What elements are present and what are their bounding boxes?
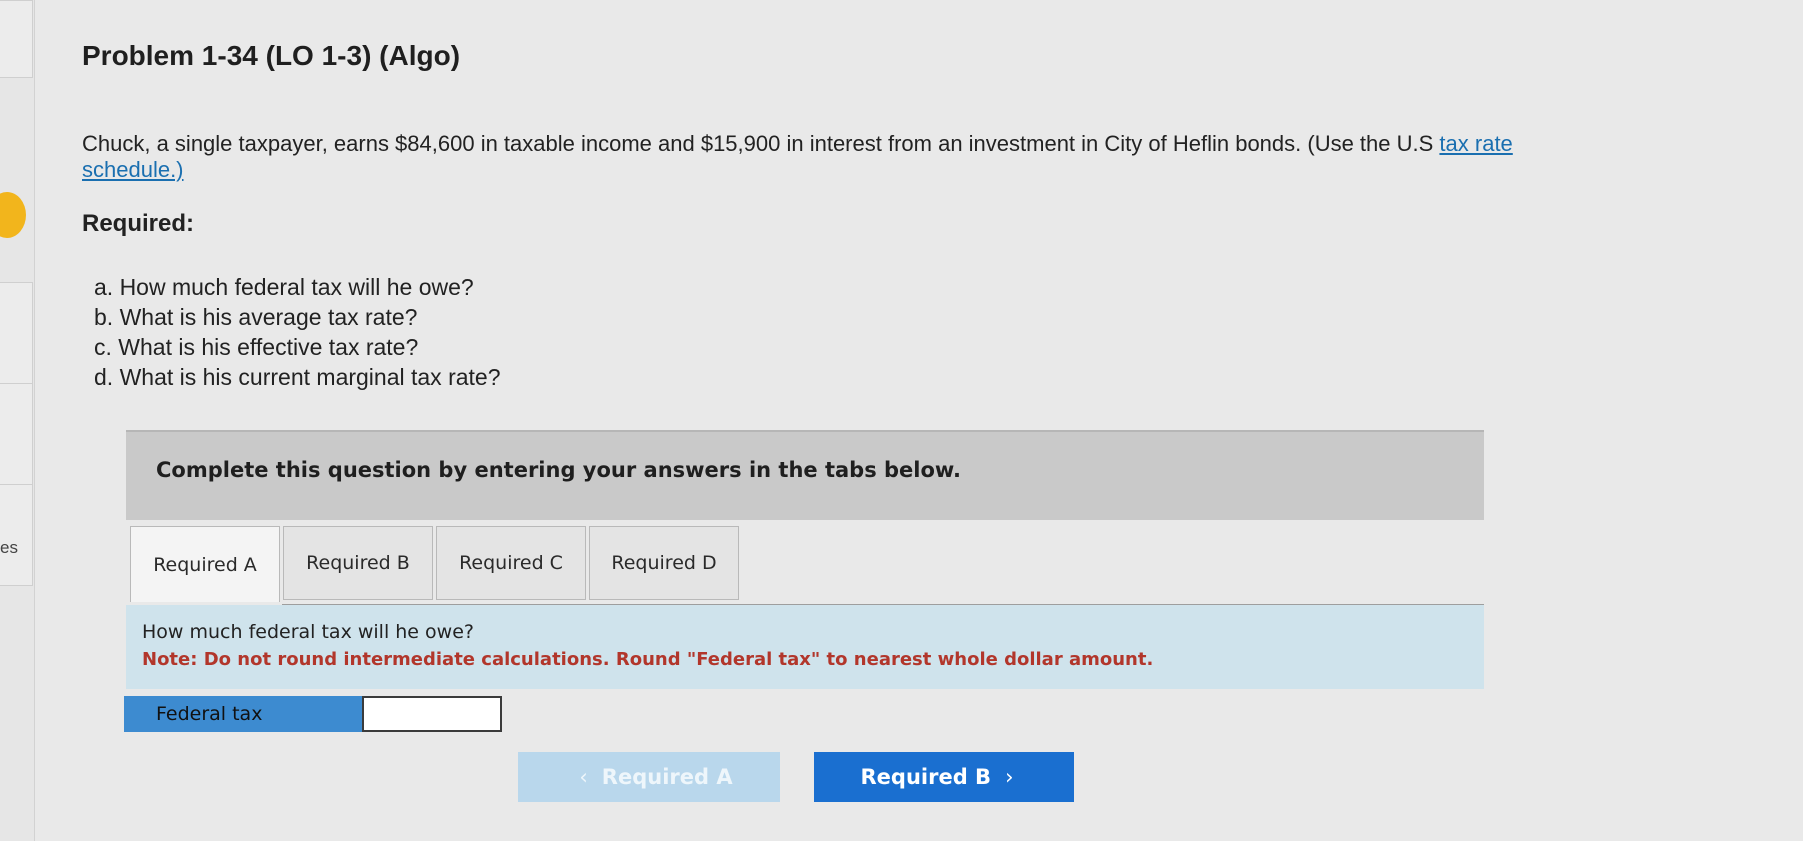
tab-required-c[interactable]: Required C [436,526,586,600]
tab-required-a[interactable]: Required A [130,526,280,602]
left-rail [0,0,35,841]
intro-text: Chuck, a single taxpayer, earns $84,600 … [82,131,1440,156]
problem-intro: Chuck, a single taxpayer, earns $84,600 … [82,131,1602,183]
rail-panel [0,282,33,384]
prev-button-label: Required A [601,765,733,789]
chevron-left-icon: ‹ [579,765,588,789]
tab-required-d[interactable]: Required D [589,526,739,600]
question-list: a. How much federal tax will he owe? b. … [94,272,501,392]
tab-required-b[interactable]: Required B [283,526,433,600]
question-item-a: a. How much federal tax will he owe? [94,274,474,300]
rail-partial-text: es [0,538,18,557]
question-panel: How much federal tax will he owe? Note: … [126,605,1484,689]
panel-note: Note: Do not round intermediate calculat… [142,649,1154,670]
question-item-d: d. What is his current marginal tax rate… [94,364,501,390]
rail-panel [0,383,33,485]
next-required-b-button[interactable]: Required B › [814,752,1074,802]
next-button-label: Required B [860,765,992,789]
federal-tax-label: Federal tax [124,696,362,732]
federal-tax-input[interactable] [362,696,502,732]
prev-required-a-button[interactable]: ‹ Required A [518,752,780,802]
instruction-banner: Complete this question by entering your … [126,430,1484,520]
question-item-b: b. What is his average tax rate? [94,304,418,330]
required-heading: Required: [82,210,195,237]
question-item-c: c. What is his effective tax rate? [94,334,419,360]
rail-panel [0,0,33,78]
panel-question: How much federal tax will he owe? [142,621,474,643]
chevron-right-icon: › [1005,765,1014,789]
instruction-text: Complete this question by entering your … [156,458,961,482]
rail-panel [0,484,33,586]
problem-title: Problem 1-34 (LO 1-3) (Algo) [82,40,461,71]
